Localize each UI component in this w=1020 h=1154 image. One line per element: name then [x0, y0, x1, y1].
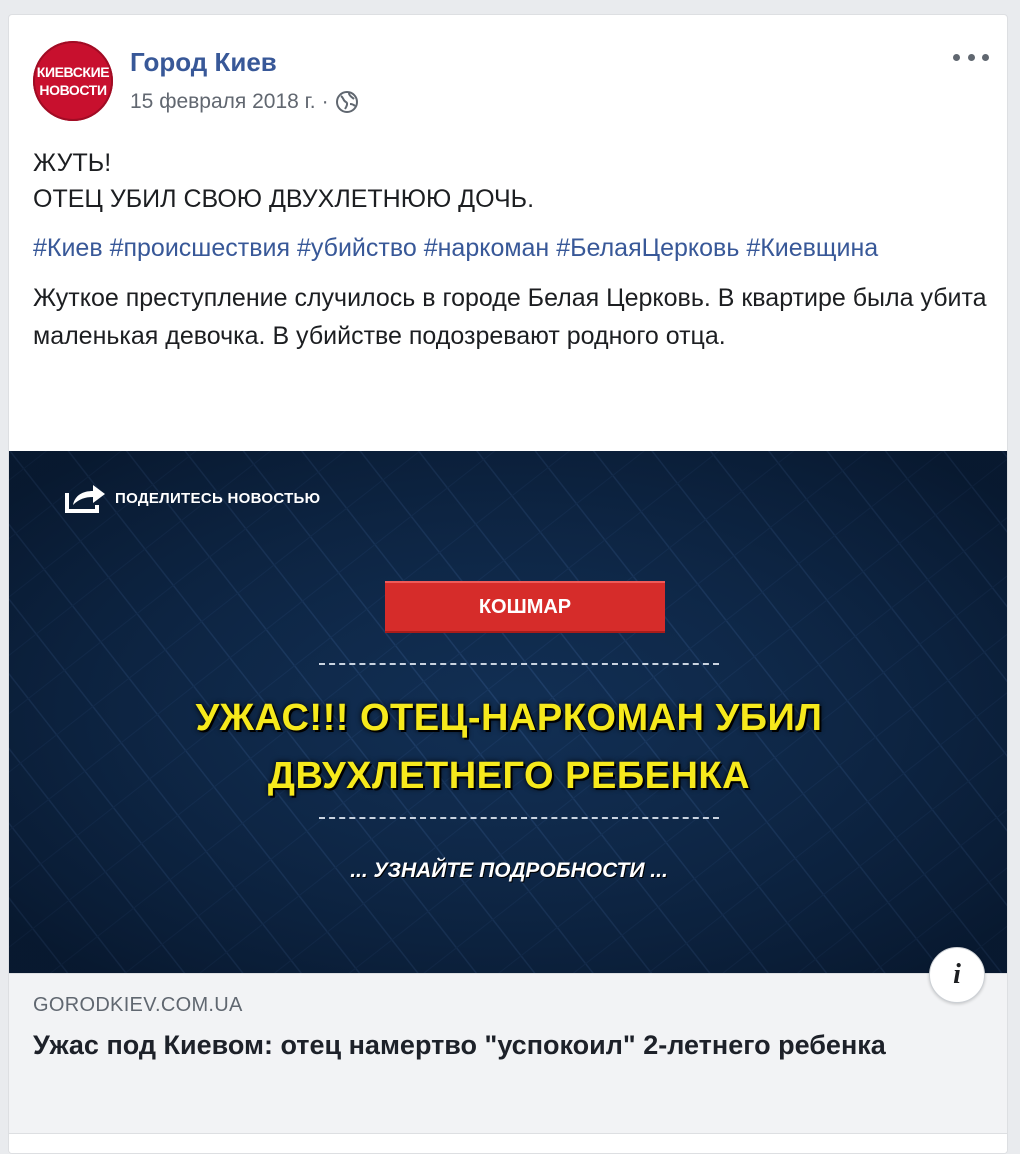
hashtag-link[interactable]: #БелаяЦерковь — [556, 234, 739, 262]
link-domain: GORODKIEV.COM.UA — [33, 994, 243, 1016]
hashtag-link[interactable]: #Киев — [33, 234, 103, 262]
card-footer — [9, 1133, 1007, 1153]
hashtag-link[interactable]: #убийство — [297, 234, 417, 262]
divider-top — [319, 663, 719, 665]
hashtag-link[interactable]: #Киевщина — [746, 234, 878, 262]
image-more-text: ... УЗНАЙТЕ ПОДРОБНОСТИ ... — [350, 859, 668, 882]
more-dot — [967, 53, 975, 61]
share-news-label: ПОДЕЛИТЕСЬ НОВОСТЬЮ — [63, 481, 320, 515]
headline-line1: УЖАС!!! ОТЕЦ-НАРКОМАН УБИЛ — [195, 697, 823, 739]
more-dot — [953, 53, 960, 61]
hashtags: #Киев #происшествия #убийство #наркоман … — [33, 230, 993, 266]
globe-icon[interactable] — [335, 90, 359, 114]
post-text-line2: ОТЕЦ УБИЛ СВОЮ ДВУХЛЕТНЮЮ ДОЧЬ. — [33, 185, 535, 213]
post-meta: 15 февраля 2018 г. · — [130, 90, 359, 114]
more-dot — [982, 53, 989, 61]
share-news-text: ПОДЕЛИТЕСЬ НОВОСТЬЮ — [115, 489, 321, 507]
hashtag-link[interactable]: #происшествия — [110, 234, 290, 262]
post-body: Жуткое преступление случилось в городе Б… — [33, 284, 987, 350]
more-options-button[interactable] — [953, 47, 989, 67]
headline-line2: ДВУХЛЕТНЕГО РЕБЕНКА — [267, 755, 751, 797]
hashtag-link[interactable]: #наркоман — [424, 234, 550, 262]
link-preview-image[interactable]: ПОДЕЛИТЕСЬ НОВОСТЬЮ КОШМАР УЖАС!!! ОТЕЦ-… — [9, 451, 1007, 973]
meta-separator: · — [321, 90, 329, 113]
image-headline: УЖАС!!! ОТЕЦ-НАРКОМАН УБИЛ ДВУХЛЕТНЕГО Р… — [9, 689, 1007, 805]
avatar-text-line1: КИЕВСКИЕ — [36, 64, 110, 80]
post-text: ЖУТЬ! ОТЕЦ УБИЛ СВОЮ ДВУХЛЕТНЮЮ ДОЧЬ. #К… — [33, 145, 993, 355]
link-title[interactable]: Ужас под Киевом: отец намертво "успокоил… — [33, 1026, 973, 1064]
page-avatar[interactable]: КИЕВСКИЕ НОВОСТИ — [33, 41, 113, 121]
divider-bottom — [319, 817, 719, 819]
post-header: КИЕВСКИЕ НОВОСТИ Город Киев 15 февраля 2… — [9, 15, 1007, 125]
banner-kosmar: КОШМАР — [385, 581, 665, 633]
avatar-text-line2: НОВОСТИ — [39, 82, 107, 98]
post-date[interactable]: 15 февраля 2018 г. — [130, 90, 316, 114]
share-icon — [65, 485, 105, 513]
page-name-link[interactable]: Город Киев — [130, 47, 277, 78]
link-preview-box[interactable]: GORODKIEV.COM.UA Ужас под Киевом: отец н… — [9, 973, 1007, 1133]
post-text-line1: ЖУТЬ! — [33, 149, 112, 177]
info-icon[interactable]: i — [929, 947, 985, 1003]
post-card: КИЕВСКИЕ НОВОСТИ Город Киев 15 февраля 2… — [8, 14, 1008, 1154]
